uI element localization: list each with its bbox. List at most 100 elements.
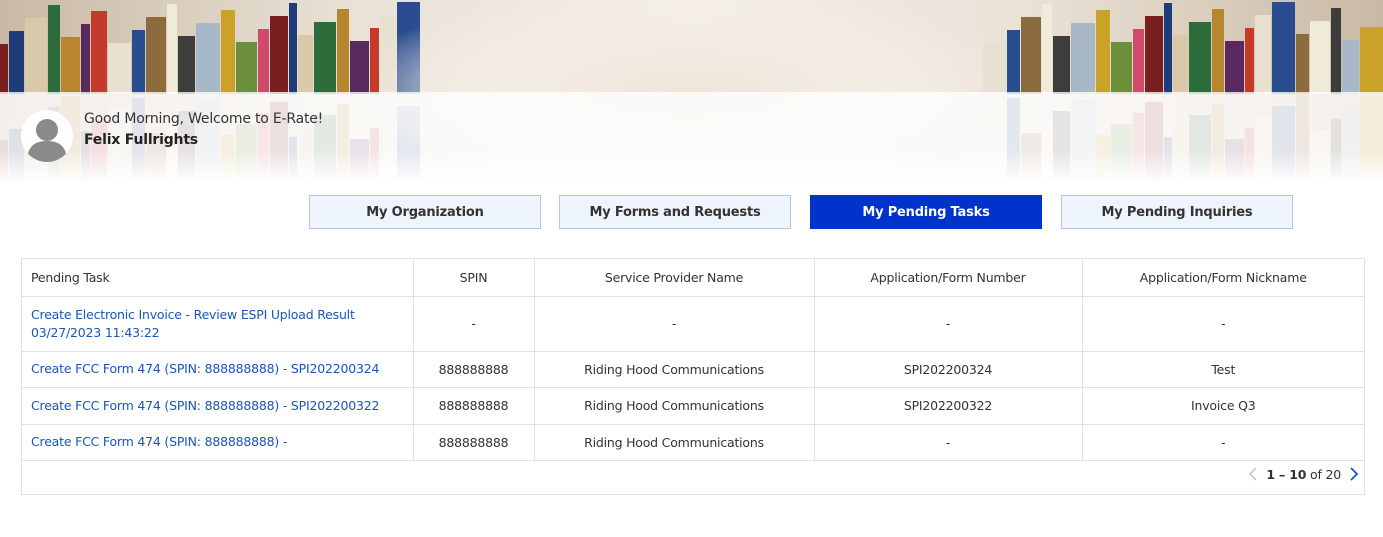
nickname-cell: Test — [1081, 350, 1364, 388]
spin-cell: 888888888 — [412, 423, 535, 461]
book-spine — [1145, 16, 1163, 94]
book-spine — [9, 31, 24, 94]
book-spine — [108, 43, 131, 94]
page-range-label: 1 – 10 of 20 — [1266, 467, 1341, 482]
book-spine — [314, 22, 336, 94]
book-spine — [25, 18, 47, 94]
book-spine — [0, 44, 8, 94]
spin-cell: 888888888 — [412, 387, 535, 425]
book-spine — [983, 43, 1006, 94]
provider-cell: Riding Hood Communications — [533, 387, 815, 425]
book-spine — [236, 42, 257, 94]
form-number-cell: SPI202200322 — [813, 387, 1083, 425]
book-spine — [221, 10, 235, 94]
book-spine — [81, 24, 90, 94]
banner-bottom-fade — [0, 150, 1383, 180]
task-cell: Create FCC Form 474 (SPIN: 888888888) - — [22, 423, 414, 461]
column-header-pending-task[interactable]: Pending Task — [22, 259, 414, 297]
task-cell: Create Electronic Invoice - Review ESPI … — [22, 295, 414, 352]
table-row: Create Electronic Invoice - Review ESPI … — [22, 295, 1364, 352]
user-name: Felix Fullrights — [84, 132, 198, 148]
book-spine — [146, 17, 166, 94]
form-number-cell: - — [813, 295, 1083, 352]
task-link[interactable]: Create FCC Form 474 (SPIN: 888888888) - … — [31, 397, 405, 415]
book-spine — [132, 30, 145, 94]
book-spine — [1042, 4, 1052, 94]
pending-tasks-grid: Pending Task SPIN Service Provider Name … — [22, 259, 1364, 461]
book-spine — [1331, 8, 1341, 94]
spin-cell: - — [412, 295, 535, 352]
table-row: Create FCC Form 474 (SPIN: 888888888) - … — [22, 423, 1364, 461]
provider-cell: Riding Hood Communications — [533, 423, 815, 461]
chevron-right-icon — [1350, 467, 1359, 481]
avatar — [21, 110, 73, 162]
book-spine — [178, 36, 195, 94]
pagination: 1 – 10 of 20 — [1246, 466, 1361, 482]
welcome-message: Good Morning, Welcome to E-Rate! — [84, 111, 324, 127]
book-spine — [1053, 36, 1070, 94]
chevron-left-icon — [1249, 467, 1257, 481]
table-row: Create FCC Form 474 (SPIN: 888888888) - … — [22, 350, 1364, 388]
book-spine — [350, 41, 369, 94]
tab-my-pending-inquiries[interactable]: My Pending Inquiries — [1061, 195, 1293, 229]
spin-cell: 888888888 — [412, 350, 535, 388]
column-header-spin[interactable]: SPIN — [412, 259, 535, 297]
tab-my-pending-tasks[interactable]: My Pending Tasks — [810, 195, 1042, 229]
book-spine — [298, 35, 313, 94]
table-header-row: Pending Task SPIN Service Provider Name … — [22, 259, 1364, 297]
book-spine — [1342, 40, 1359, 94]
book-spine — [270, 16, 288, 94]
book-spine — [1133, 29, 1144, 94]
book-spine — [337, 9, 349, 94]
page-total: 20 — [1325, 466, 1341, 482]
book-spine — [1255, 15, 1271, 94]
book-spine — [1212, 9, 1224, 94]
form-number-cell: - — [813, 423, 1083, 461]
column-header-form-nickname[interactable]: Application/Form Nickname — [1081, 259, 1364, 297]
nickname-cell: Invoice Q3 — [1081, 387, 1364, 425]
task-link[interactable]: Create Electronic Invoice - Review ESPI … — [31, 306, 405, 342]
provider-cell: - — [533, 295, 815, 352]
book-spine — [1007, 30, 1020, 94]
book-spine — [1310, 21, 1330, 94]
book-spine — [1245, 28, 1254, 94]
form-number-cell: SPI202200324 — [813, 350, 1083, 388]
book-spine — [1164, 3, 1172, 94]
book-spine — [1096, 10, 1110, 94]
column-header-form-number[interactable]: Application/Form Number — [813, 259, 1083, 297]
next-page-button[interactable] — [1347, 466, 1361, 482]
book-spine — [48, 5, 60, 94]
book-spine — [1111, 42, 1132, 94]
provider-cell: Riding Hood Communications — [533, 350, 815, 388]
book-spine — [289, 3, 297, 94]
column-header-service-provider-name[interactable]: Service Provider Name — [533, 259, 815, 297]
tab-my-forms-and-requests[interactable]: My Forms and Requests — [559, 195, 791, 229]
task-cell: Create FCC Form 474 (SPIN: 888888888) - … — [22, 350, 414, 388]
book-spine — [1071, 23, 1095, 94]
book-spine — [61, 37, 80, 94]
task-link-title: Create Electronic Invoice - Review ESPI … — [31, 306, 355, 322]
pending-tasks-table: Pending Task SPIN Service Provider Name … — [21, 258, 1365, 495]
previous-page-button[interactable] — [1246, 466, 1260, 482]
task-link[interactable]: Create FCC Form 474 (SPIN: 888888888) - … — [31, 360, 405, 378]
table-row: Create FCC Form 474 (SPIN: 888888888) - … — [22, 387, 1364, 425]
page-range: 1 – 10 — [1266, 466, 1307, 482]
book-spine — [370, 28, 379, 94]
book-spine — [258, 29, 269, 94]
nickname-cell: - — [1081, 423, 1364, 461]
book-spine — [1021, 17, 1041, 94]
book-spine — [1189, 22, 1211, 94]
book-spine — [1296, 34, 1309, 94]
tab-my-organization[interactable]: My Organization — [309, 195, 541, 229]
book-spine — [91, 11, 107, 94]
book-spine — [196, 23, 220, 94]
book-spine — [1272, 2, 1295, 94]
book-spine — [167, 4, 177, 94]
user-silhouette-icon — [21, 110, 73, 162]
book-spine — [1173, 35, 1188, 94]
book-spine — [1360, 27, 1383, 94]
task-link[interactable]: Create FCC Form 474 (SPIN: 888888888) - — [31, 433, 405, 451]
task-cell: Create FCC Form 474 (SPIN: 888888888) - … — [22, 387, 414, 425]
header-banner — [0, 0, 1383, 180]
nickname-cell: - — [1081, 295, 1364, 352]
